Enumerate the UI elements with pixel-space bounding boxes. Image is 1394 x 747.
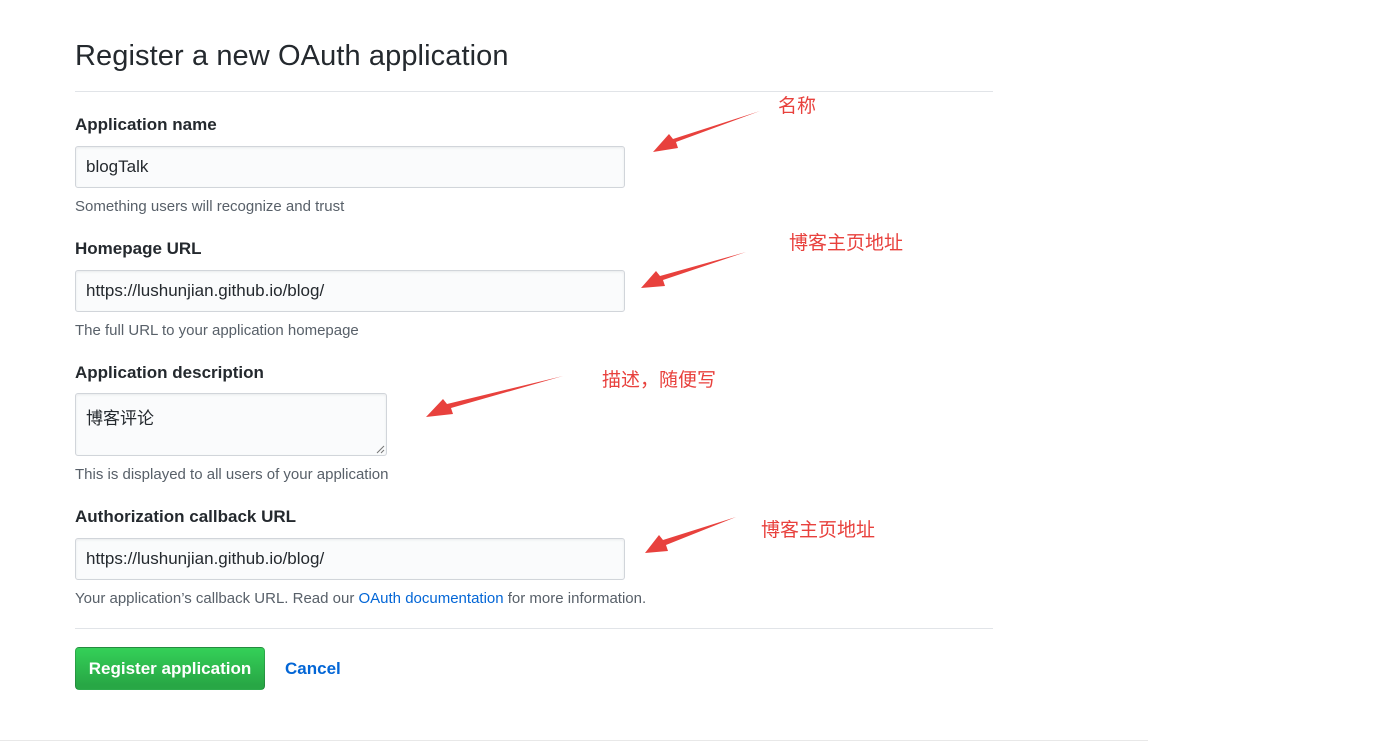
oauth-documentation-link[interactable]: OAuth documentation: [359, 590, 504, 607]
homepage-url-value: https://lushunjian.github.io/blog/: [86, 281, 325, 300]
app-description-label: Application description: [75, 363, 264, 382]
homepage-url-note: The full URL to your application homepag…: [75, 322, 359, 339]
callback-note-prefix: Your application’s callback URL. Read ou…: [75, 590, 359, 607]
callback-url-value: https://lushunjian.github.io/blog/: [86, 549, 325, 568]
annotation-callback: 博客主页地址: [761, 519, 876, 541]
cancel-link[interactable]: Cancel: [285, 659, 341, 679]
callback-note-suffix: for more information.: [503, 590, 647, 607]
homepage-url-input[interactable]: https://lushunjian.github.io/blog/: [75, 270, 625, 312]
arrow-icon: [653, 111, 760, 152]
arrow-icon: [645, 517, 736, 553]
app-name-input[interactable]: blogTalk: [75, 146, 625, 188]
register-application-button[interactable]: Register application: [75, 647, 265, 690]
annotation-homepage: 博客主页地址: [789, 232, 904, 254]
app-name-note: Something users will recognize and trust: [75, 198, 345, 215]
arrow-icon: [426, 376, 563, 417]
app-name-value: blogTalk: [86, 157, 149, 176]
callback-url-note: Your application’s callback URL. Read ou…: [75, 590, 646, 607]
resize-handle-icon[interactable]: [376, 445, 385, 454]
homepage-url-label: Homepage URL: [75, 239, 202, 258]
header-divider: [75, 91, 993, 92]
app-description-textarea[interactable]: 博客评论: [75, 393, 387, 456]
app-description-value: 博客评论: [86, 409, 154, 428]
annotation-name: 名称: [778, 95, 817, 117]
app-name-label: Application name: [75, 115, 217, 134]
app-description-note: This is displayed to all users of your a…: [75, 466, 389, 483]
arrow-icon: [641, 252, 746, 288]
page-title: Register a new OAuth application: [75, 40, 509, 72]
callback-url-label: Authorization callback URL: [75, 507, 297, 526]
footer-divider: [75, 628, 993, 629]
page-bottom-border: [0, 740, 1148, 741]
annotation-description: 描述，随便写: [602, 369, 717, 391]
callback-url-input[interactable]: https://lushunjian.github.io/blog/: [75, 538, 625, 580]
